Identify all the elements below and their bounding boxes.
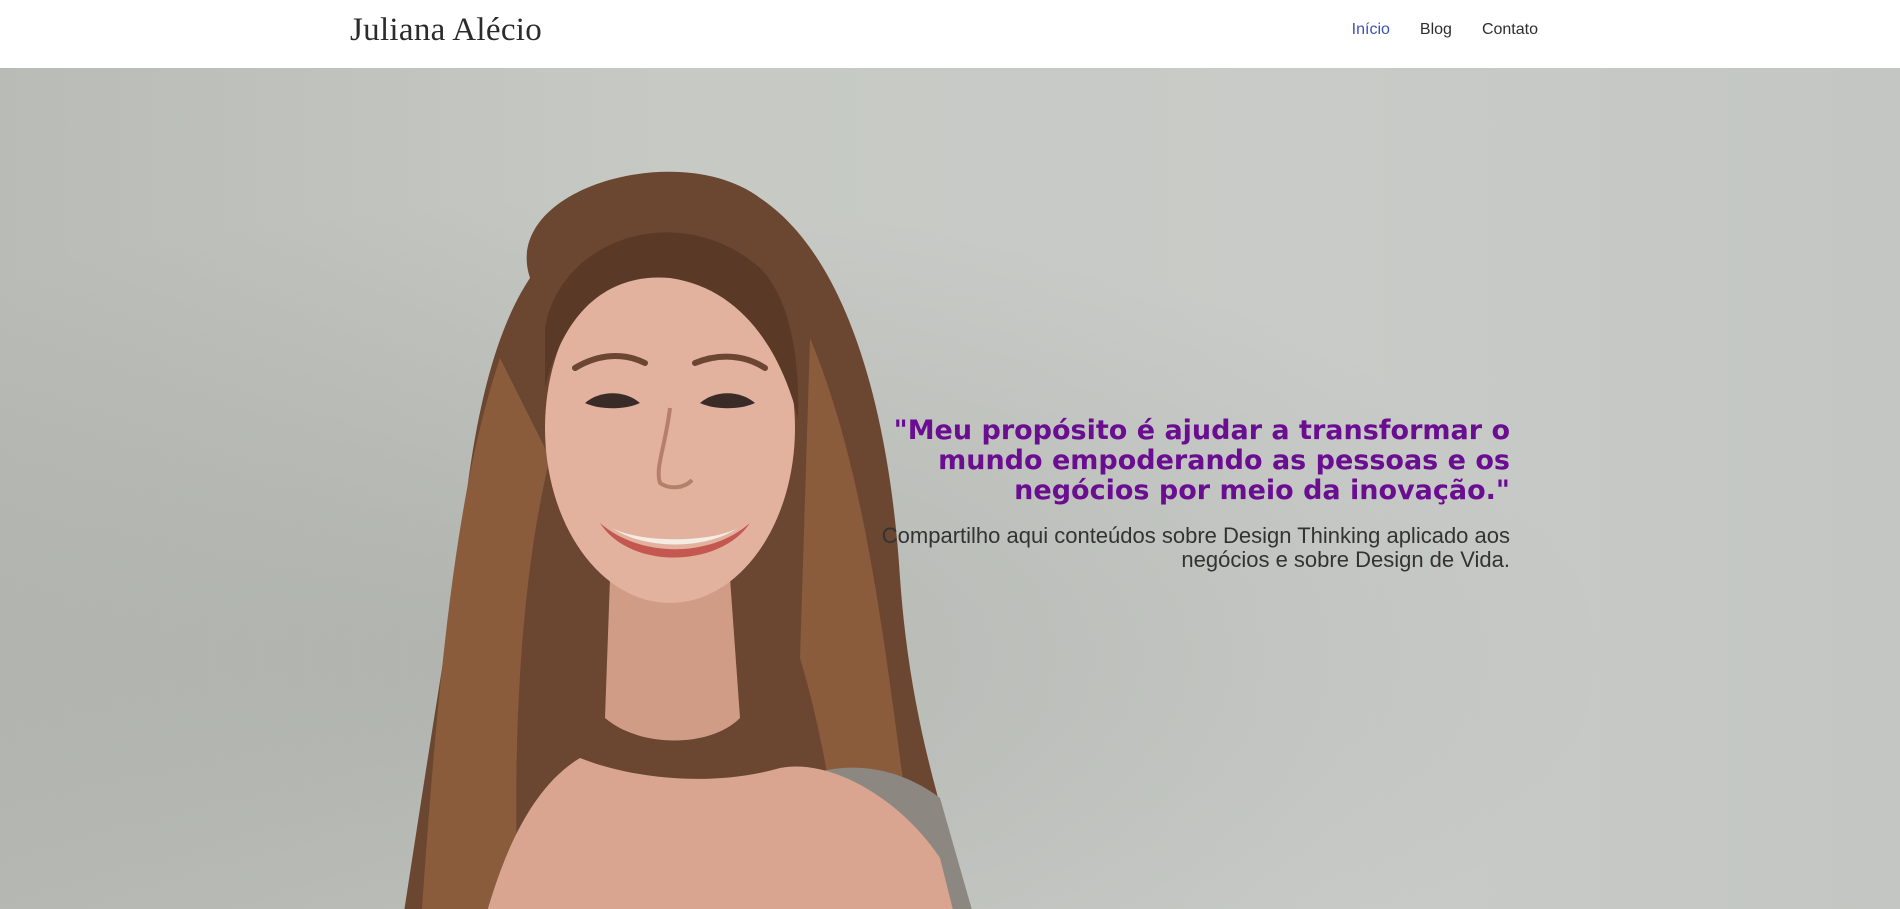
hero-section: "Meu propósito é ajudar a transformar o … [0, 68, 1900, 909]
nav-item-blog[interactable]: Blog [1420, 21, 1452, 39]
nav-item-contato[interactable]: Contato [1482, 21, 1538, 39]
mission-quote: "Meu propósito é ajudar a transformar o … [893, 415, 1510, 506]
nav-item-inicio[interactable]: Início [1352, 21, 1390, 39]
brand-logo[interactable]: Juliana Alécio [350, 12, 542, 49]
hero-text: "Meu propósito é ajudar a transformar o … [870, 416, 1510, 572]
site-header: Juliana Alécio Início Blog Contato [0, 0, 1900, 68]
hero-subtitle: Compartilho aqui conteúdos sobre Design … [881, 523, 1510, 572]
main-nav: Início Blog Contato [1352, 21, 1538, 39]
